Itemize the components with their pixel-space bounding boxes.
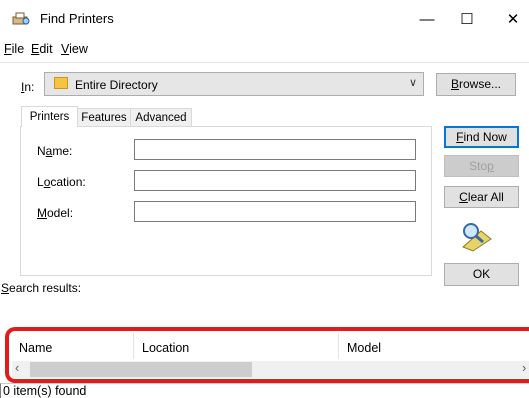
highlight-box [5, 327, 529, 383]
maximize-button[interactable]: ☐ [444, 6, 490, 34]
flashlight-search-icon [462, 223, 492, 252]
menu-separator [0, 62, 529, 63]
location-label: Location: [37, 175, 86, 189]
chevron-down-icon: ∨ [408, 77, 417, 89]
name-field[interactable] [134, 139, 416, 160]
tab-printers[interactable]: Printers [21, 106, 78, 127]
browse-button[interactable]: Browse... [436, 73, 516, 96]
menu-view[interactable]: View [61, 42, 88, 56]
ok-button[interactable]: OK [444, 263, 519, 286]
status-text: 0 item(s) found [3, 384, 87, 398]
tab-advanced[interactable]: Advanced [130, 108, 192, 127]
menu-edit[interactable]: Edit [31, 42, 53, 56]
model-label: Model: [37, 206, 74, 220]
scope-label: In: [21, 80, 35, 94]
menu-file[interactable]: File [4, 42, 24, 56]
printer-search-icon [12, 12, 30, 25]
directory-icon [54, 77, 68, 89]
location-field[interactable] [134, 170, 416, 191]
clear-all-button[interactable]: Clear All [444, 186, 519, 208]
scope-dropdown[interactable]: Entire Directory ∨ [44, 72, 424, 96]
tab-features[interactable]: Features [76, 108, 132, 127]
scope-value: Entire Directory [75, 78, 158, 92]
model-field[interactable] [134, 201, 416, 222]
find-now-button[interactable]: Find Now [444, 126, 519, 148]
name-label: Name: [37, 144, 73, 158]
search-results-label: Search results: [1, 281, 82, 295]
stop-button[interactable]: Stop [444, 155, 519, 177]
window-title: Find Printers [40, 11, 114, 26]
close-button[interactable]: ✕ [490, 6, 529, 34]
